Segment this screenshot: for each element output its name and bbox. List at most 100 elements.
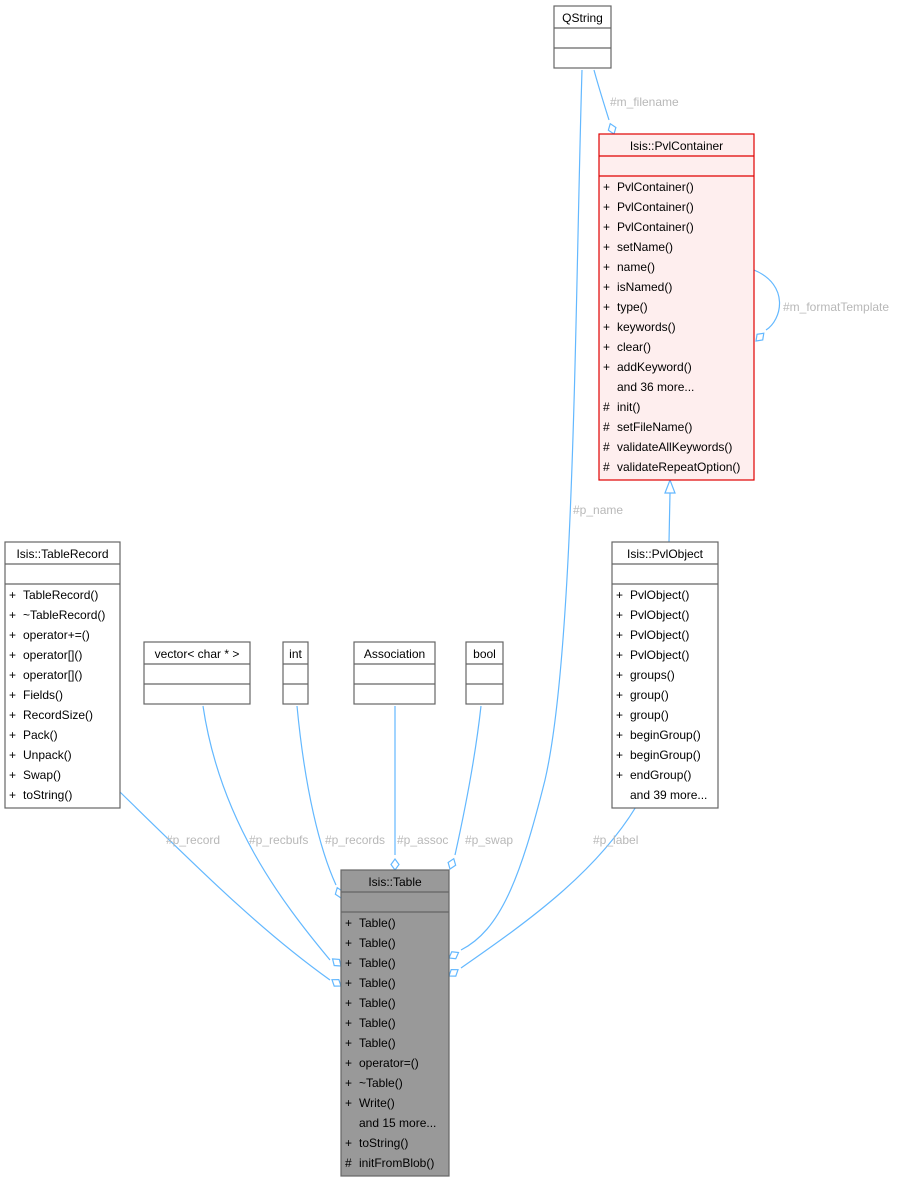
member-name[interactable]: beginGroup() (630, 728, 701, 742)
composition-diamond-icon (448, 951, 460, 960)
edge-line (460, 69, 583, 951)
class-member[interactable]: + PvlContainer() (603, 220, 694, 234)
member-name[interactable]: type() (617, 300, 648, 314)
class-node-vector[interactable]: vector< char * > (143, 641, 251, 705)
class-node-tablerecord[interactable]: Isis::TableRecord+ TableRecord()+ ~TableRe… (4, 541, 121, 809)
member-visibility: + (9, 628, 16, 642)
member-name[interactable]: PvlObject() (630, 648, 689, 662)
member-name[interactable]: and 15 more... (359, 1116, 436, 1130)
member-name[interactable]: groups() (630, 668, 675, 682)
member-name[interactable]: PvlObject() (630, 588, 689, 602)
class-title[interactable]: int (289, 647, 302, 661)
member-name[interactable]: Table() (359, 1036, 396, 1050)
member-name[interactable]: setFileName() (617, 420, 692, 434)
class-title[interactable]: Isis::Table (368, 875, 422, 889)
class-node-association[interactable]: Association (353, 641, 436, 705)
member-name[interactable]: Unpack() (23, 748, 72, 762)
class-title[interactable]: Isis::TableRecord (16, 547, 108, 561)
member-name[interactable]: Table() (359, 996, 396, 1010)
member-name[interactable]: RecordSize() (23, 708, 93, 722)
edge-pvlcontainer-to-pvlcontainer (753, 269, 781, 342)
member-name[interactable]: operator[]() (23, 668, 82, 682)
member-name[interactable]: setName() (617, 240, 673, 254)
member-name[interactable]: and 36 more... (617, 380, 694, 394)
class-title[interactable]: Association (364, 647, 425, 661)
member-name[interactable]: name() (617, 260, 655, 274)
member-name[interactable]: TableRecord() (23, 588, 98, 602)
class-member[interactable]: and 15 more... (359, 1116, 436, 1130)
member-name[interactable]: ~TableRecord() (23, 608, 105, 622)
member-name[interactable]: Fields() (23, 688, 63, 702)
member-name[interactable]: endGroup() (630, 768, 691, 782)
class-node-pvlcontainer[interactable]: Isis::PvlContainer+ PvlContainer()+ PvlCon… (598, 133, 755, 481)
member-name[interactable]: Swap() (23, 768, 61, 782)
class-node-pvlobject[interactable]: Isis::PvlObject+ PvlObject()+ PvlObject()+… (611, 541, 719, 809)
member-name[interactable]: validateRepeatOption() (617, 460, 740, 474)
composition-diamond-icon (448, 968, 459, 977)
member-name[interactable]: addKeyword() (617, 360, 692, 374)
member-visibility: # (345, 1156, 352, 1170)
class-member[interactable]: # initFromBlob() (345, 1156, 434, 1170)
member-name[interactable]: toString() (23, 788, 72, 802)
member-visibility: + (9, 708, 16, 722)
class-member[interactable]: + TableRecord() (9, 588, 98, 602)
class-member[interactable]: # init() (603, 400, 640, 414)
member-name[interactable]: PvlContainer() (617, 180, 694, 194)
edge-label: #p_swap (465, 833, 513, 847)
member-name[interactable]: operator[]() (23, 648, 82, 662)
class-member[interactable]: + PvlContainer() (603, 180, 694, 194)
member-name[interactable]: beginGroup() (630, 748, 701, 762)
member-name[interactable]: Table() (359, 916, 396, 930)
edge-tablerecord-to-table (119, 791, 342, 987)
class-node-bool[interactable]: bool (465, 641, 504, 705)
member-name[interactable]: operator=() (359, 1056, 419, 1070)
class-member[interactable]: + type() (603, 300, 648, 314)
member-name[interactable]: Table() (359, 976, 396, 990)
class-title[interactable]: Isis::PvlObject (627, 547, 704, 561)
composition-diamond-icon (755, 332, 765, 342)
member-name[interactable]: validateAllKeywords() (617, 440, 732, 454)
member-name[interactable]: clear() (617, 340, 651, 354)
member-visibility: + (603, 340, 610, 354)
member-name[interactable]: PvlObject() (630, 628, 689, 642)
class-member[interactable]: + PvlContainer() (603, 200, 694, 214)
member-name[interactable]: operator+=() (23, 628, 90, 642)
member-visibility: + (345, 976, 352, 990)
member-name[interactable]: init() (617, 400, 640, 414)
class-title[interactable]: vector< char * > (155, 647, 240, 661)
member-name[interactable]: Pack() (23, 728, 58, 742)
member-name[interactable]: isNamed() (617, 280, 672, 294)
class-member[interactable]: and 39 more... (630, 788, 707, 802)
member-name[interactable]: Table() (359, 936, 396, 950)
member-name[interactable]: keywords() (617, 320, 676, 334)
class-member[interactable]: + ~TableRecord() (9, 608, 105, 622)
class-title[interactable]: bool (473, 647, 496, 661)
class-member[interactable]: # setFileName() (603, 420, 692, 434)
member-name[interactable]: group() (630, 688, 669, 702)
member-name[interactable]: Write() (359, 1096, 395, 1110)
class-title[interactable]: QString (562, 11, 603, 25)
member-name[interactable]: PvlObject() (630, 608, 689, 622)
member-name[interactable]: ~Table() (359, 1076, 403, 1090)
member-name[interactable]: PvlContainer() (617, 200, 694, 214)
class-title[interactable]: Isis::PvlContainer (630, 139, 723, 153)
composition-diamond-icon (607, 122, 617, 135)
member-name[interactable]: group() (630, 708, 669, 722)
edge-labels-layer: #m_filename #m_formatTemplate #p_name #p_re… (166, 95, 889, 847)
member-visibility: # (603, 460, 610, 474)
class-node-qstring[interactable]: QString (553, 5, 612, 69)
member-name[interactable]: Table() (359, 956, 396, 970)
member-name[interactable]: initFromBlob() (359, 1156, 434, 1170)
class-node-table[interactable]: Isis::Table+ Table()+ Table()+ Table()+ Tabl… (340, 869, 450, 1177)
class-member[interactable]: # validateAllKeywords() (603, 440, 732, 454)
member-name[interactable]: PvlContainer() (617, 220, 694, 234)
class-member[interactable]: # validateRepeatOption() (603, 460, 740, 474)
member-name[interactable]: toString() (359, 1136, 408, 1150)
edge-line (593, 69, 610, 121)
class-member[interactable]: and 36 more... (617, 380, 694, 394)
class-member[interactable]: + addKeyword() (603, 360, 692, 374)
class-node-int[interactable]: int (282, 641, 309, 705)
member-name[interactable]: and 39 more... (630, 788, 707, 802)
member-visibility: + (603, 360, 610, 374)
member-name[interactable]: Table() (359, 1016, 396, 1030)
